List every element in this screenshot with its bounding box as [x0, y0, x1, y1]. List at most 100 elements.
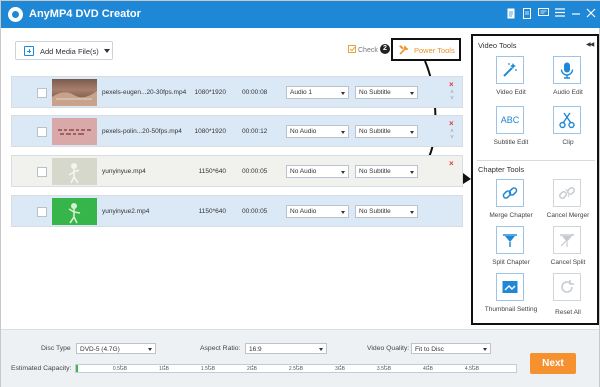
file-resolution: 1150*640: [198, 168, 226, 175]
tools-panel: Video Tools ◀◀ Video Edit Audio Edit ABC…: [471, 34, 599, 325]
file-row[interactable]: yunyinyue.mp4 1150*640 00:00:05 No Audio…: [11, 155, 463, 187]
reorder-icon[interactable]: ˄ ˅: [448, 129, 456, 141]
split-icon: [496, 226, 524, 254]
chevron-down-icon: [341, 210, 345, 214]
video-quality-label: Video Quality:: [367, 345, 410, 352]
audio-select-value: No Audio: [290, 168, 317, 175]
cancel-split-label: Cancel Split: [550, 259, 586, 266]
video-quality-value: Fit to Disc: [415, 345, 444, 353]
subtitle-select-value: No Subtitle: [359, 168, 391, 175]
add-media-button[interactable]: Add Media File(s): [15, 41, 113, 60]
file-row[interactable]: yunyinyue2.mp4 1150*640 00:00:05 No Audi…: [11, 195, 463, 227]
disc-type-value: DVD-5 (4.7G): [80, 345, 120, 353]
disc-type-select[interactable]: DVD-5 (4.7G): [76, 343, 156, 354]
video-thumbnail: [52, 79, 97, 106]
capacity-tick-label: 4GB: [422, 366, 434, 372]
video-quality-select[interactable]: Fit to Disc: [411, 343, 491, 354]
file-duration: 00:00:08: [242, 89, 268, 96]
disc-type-label: Disc Type: [41, 345, 71, 352]
reset-all-label: Reset All: [555, 309, 581, 316]
remove-icon[interactable]: ×: [449, 119, 454, 128]
audio-select-value: No Audio: [290, 208, 317, 215]
move-down-icon[interactable]: ˅: [450, 96, 454, 102]
file-name: pexels-polin...20-50fps.mp4: [102, 128, 182, 135]
chevron-down-icon: [319, 347, 323, 351]
audio-select[interactable]: Audio 1: [286, 86, 349, 99]
feedback-icon[interactable]: [537, 8, 549, 20]
file-name: yunyinyue2.mp4: [102, 208, 150, 215]
close-icon[interactable]: [585, 8, 597, 20]
aspect-ratio-label: Aspect Ratio:: [200, 345, 241, 352]
subtitle-select-value: No Subtitle: [359, 89, 391, 96]
collapse-icon[interactable]: ◀◀: [586, 41, 594, 48]
chevron-down-icon: [410, 130, 414, 134]
move-down-icon[interactable]: ˅: [450, 135, 454, 141]
subtitle-select[interactable]: No Subtitle: [355, 125, 418, 138]
clip-label: Clip: [562, 139, 574, 146]
next-button[interactable]: Next: [530, 353, 576, 374]
remove-icon[interactable]: ×: [449, 159, 454, 168]
chevron-down-icon: [148, 347, 152, 351]
microphone-icon: [553, 56, 581, 84]
subtitle-select-value: No Subtitle: [359, 128, 391, 135]
capacity-tick-label: 3.5GB: [376, 366, 392, 372]
reset-icon: [553, 273, 581, 301]
capacity-tick-label: 2GB: [246, 366, 258, 372]
audio-select-value: No Audio: [290, 128, 317, 135]
row-checkbox[interactable]: [37, 167, 47, 177]
document-icon[interactable]: [505, 8, 517, 20]
cancel-split-icon: [553, 226, 581, 254]
remove-icon[interactable]: ×: [449, 80, 454, 89]
app-logo-icon: [8, 7, 23, 22]
file-name: pexels-eugen...20-30fps.mp4: [102, 89, 187, 96]
chevron-down-icon: [483, 347, 487, 351]
link-icon: [496, 179, 524, 207]
checkbox-icon: [348, 45, 356, 53]
reorder-icon[interactable]: ˄ ˅: [448, 90, 456, 102]
bottom-bar: [1, 329, 599, 387]
power-tools-button[interactable]: Power Tools: [391, 38, 461, 61]
file-duration: 00:00:12: [242, 128, 268, 135]
chevron-down-icon[interactable]: [104, 49, 110, 53]
estimated-capacity-label: Estimated Capacity:: [11, 365, 72, 372]
audio-select[interactable]: No Audio: [286, 205, 349, 218]
capacity-bar: 0.5GB 1GB 1.5GB 2GB 2.5GB 3GB 3.5GB 4GB 4.5GB: [75, 364, 517, 373]
minimize-icon[interactable]: [570, 8, 582, 20]
audio-select[interactable]: No Audio: [286, 165, 349, 178]
file-resolution: 1150*640: [198, 208, 226, 215]
subtitle-select[interactable]: No Subtitle: [355, 205, 418, 218]
audio-select-value: Audio 1: [290, 89, 313, 96]
add-icon: [24, 46, 34, 56]
capacity-tick-label: 3GB: [334, 366, 346, 372]
app-window: AnyMP4 DVD Creator Add Media File(s) Che…: [0, 0, 600, 387]
audio-edit-label: Audio Edit: [553, 89, 583, 96]
row-checkbox[interactable]: [37, 88, 47, 98]
row-checkbox[interactable]: [37, 207, 47, 217]
file-row[interactable]: pexels-eugen...20-30fps.mp4 1080*1920 00…: [11, 76, 463, 108]
video-thumbnail: [52, 198, 97, 225]
section-divider: [477, 160, 595, 161]
menu-icon[interactable]: [554, 8, 566, 20]
thumbnail-icon: [496, 273, 524, 301]
add-media-label: Add Media File(s): [40, 47, 99, 56]
abc-icon: ABC: [496, 106, 524, 134]
document-alt-icon[interactable]: [521, 8, 533, 20]
aspect-ratio-value: 16:9: [249, 345, 262, 353]
power-tools-label: Power Tools: [414, 46, 455, 55]
file-name: yunyinyue.mp4: [102, 168, 146, 175]
row-checkbox[interactable]: [37, 127, 47, 137]
aspect-ratio-select[interactable]: 16:9: [245, 343, 327, 354]
capacity-fill: [76, 365, 79, 372]
callout-badge: 2: [380, 44, 390, 54]
video-thumbnail: [52, 158, 97, 185]
capacity-tick-label: 4.5GB: [464, 366, 480, 372]
subtitle-select[interactable]: No Subtitle: [355, 165, 418, 178]
chevron-down-icon: [410, 91, 414, 95]
check-all-checkbox[interactable]: Check: [348, 45, 378, 54]
check-all-label: Check: [358, 47, 378, 54]
file-row[interactable]: pexels-polin...20-50fps.mp4 1080*1920 00…: [11, 115, 463, 147]
chevron-down-icon: [410, 210, 414, 214]
audio-select[interactable]: No Audio: [286, 125, 349, 138]
scissors-icon: [553, 106, 581, 134]
subtitle-select[interactable]: No Subtitle: [355, 86, 418, 99]
